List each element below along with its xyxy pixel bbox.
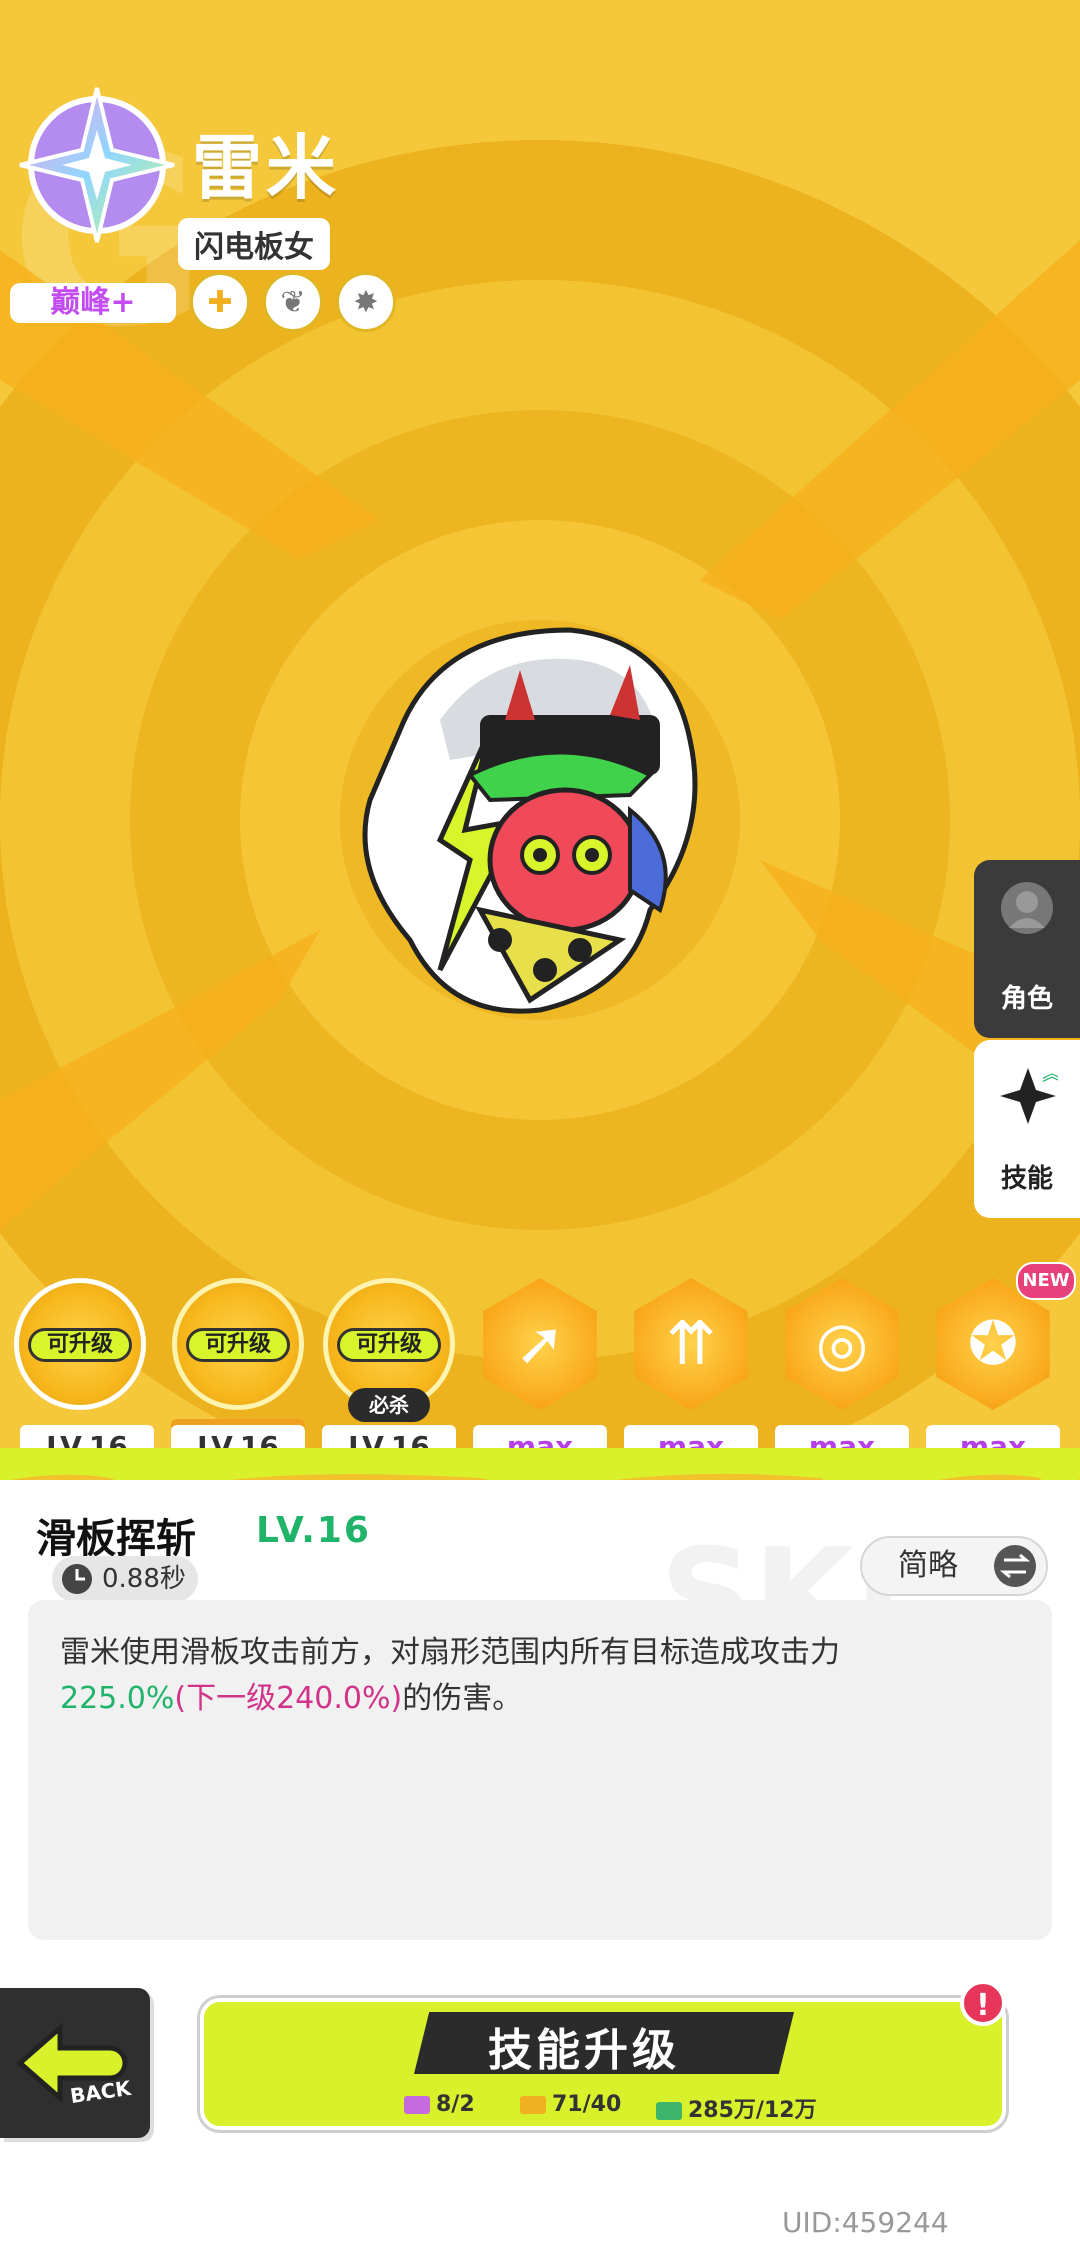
back-button[interactable]: BACK: [0, 1988, 150, 2138]
cooldown-text: 0.88秒: [102, 1564, 186, 1594]
skill-detail-panel: SKI 滑板挥斩 LV.16 0.88秒 简略 雷米使用滑板攻击前方，对扇形范围…: [0, 1480, 1080, 2256]
svg-text:︽: ︽: [1042, 1061, 1058, 1085]
skill-description-box: 雷米使用滑板攻击前方，对扇形范围内所有目标造成攻击力 225.0%(下一级240…: [28, 1600, 1052, 1940]
skill-slot[interactable]: 可升级: [172, 1278, 304, 1410]
cash-icon: [656, 2102, 682, 2120]
tab-character[interactable]: 角色: [974, 860, 1080, 1038]
sparkle-icon: ︽: [1000, 1061, 1058, 1124]
swap-icon: [994, 1545, 1036, 1587]
skill-slot[interactable]: ⇈: [625, 1278, 757, 1410]
upgradable-badge: 可升级: [186, 1328, 290, 1362]
person-icon: [1001, 882, 1053, 934]
character-name: 雷米: [192, 127, 340, 209]
new-badge: NEW: [1016, 1262, 1076, 1300]
skill-level: max: [775, 1425, 909, 1450]
feather-tag-icon[interactable]: ❦: [263, 272, 323, 332]
skill-icon: ➚: [483, 1278, 597, 1410]
cooldown-badge: 0.88秒: [52, 1556, 198, 1602]
brief-toggle-label: 简略: [898, 1548, 958, 1583]
skill-slot[interactable]: 可升级: [14, 1278, 146, 1410]
character-title: 闪电板女: [178, 218, 330, 270]
skill-icon: ⇈: [634, 1278, 748, 1410]
skill-level: LV.16: [171, 1425, 305, 1450]
cost-book: 71/40: [520, 2092, 621, 2117]
rank-emblem-icon: [19, 87, 175, 243]
skill-icon: ◎: [785, 1278, 899, 1410]
desc-text: 雷米使用滑板攻击前方，对扇形范围内所有目标造成攻击力: [60, 1635, 840, 1670]
ticket-icon: [404, 2096, 430, 2114]
star-tag-icon[interactable]: ✚: [190, 272, 250, 332]
ultimate-tag: 必杀: [348, 1388, 430, 1422]
cost-ticket: 8/2: [404, 2092, 475, 2117]
skill-slot[interactable]: ◎: [776, 1278, 908, 1410]
upgradable-badge: 可升级: [28, 1328, 132, 1362]
skill-level: max: [926, 1425, 1060, 1450]
book-icon: [520, 2096, 546, 2114]
tab-character-label: 角色: [1000, 984, 1053, 1014]
alert-badge: !: [960, 1980, 1006, 2026]
character-portrait: [362, 627, 698, 1014]
skill-level: LV.16: [322, 1425, 456, 1450]
tab-skill[interactable]: ︽ 技能: [974, 1040, 1080, 1218]
skill-level: max: [473, 1425, 607, 1450]
upgradable-badge: 可升级: [337, 1328, 441, 1362]
user-id: UID:459244: [782, 2206, 949, 2239]
back-arrow-icon: [16, 2022, 128, 2104]
cost-cash: 285万/12万: [656, 2092, 817, 2124]
cost-ticket-value: 8/2: [436, 2092, 475, 2117]
clock-icon: [62, 1564, 92, 1594]
rank-badge: 巅峰+: [10, 283, 176, 323]
tab-skill-label: 技能: [1000, 1164, 1053, 1194]
desc-current-value: 225.0%: [60, 1681, 175, 1716]
brief-toggle-button[interactable]: 简略: [860, 1536, 1048, 1596]
skill-level: LV.16: [20, 1425, 154, 1450]
desc-next-value: (下一级240.0%): [174, 1681, 403, 1716]
upgrade-label: 技能升级: [488, 2025, 680, 2076]
skill-level: max: [624, 1425, 758, 1450]
desc-tail: 的伤害。: [402, 1681, 523, 1716]
cost-cash-value: 285万/12万: [688, 2098, 817, 2123]
character-showcase: G 雷米 闪电板女 巅峰+ ✚ ❦ ✸ 角色 技能 可升级 可升级 可升级 ➚ …: [0, 0, 1080, 1450]
skill-upgrade-button[interactable]: 技能升级 8/2 71/40 285万/12万: [200, 1998, 1006, 2130]
cost-book-value: 71/40: [552, 2092, 622, 2117]
skill-level-value: LV.16: [256, 1510, 371, 1551]
burst-tag-icon[interactable]: ✸: [336, 272, 396, 332]
skill-description: 雷米使用滑板攻击前方，对扇形范围内所有目标造成攻击力 225.0%(下一级240…: [60, 1630, 1022, 1722]
skill-slot[interactable]: ➚: [474, 1278, 606, 1410]
